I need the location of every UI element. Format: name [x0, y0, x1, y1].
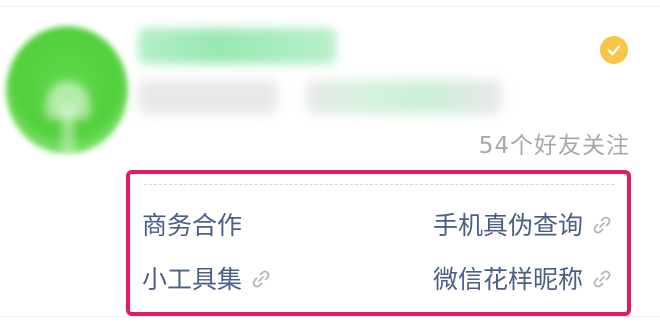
menu-item-label: 小工具集	[142, 265, 243, 294]
account-profile-card: 54个好友关注 商务合作 手机真伪查询 小工具集 微信花样昵称	[0, 0, 660, 329]
verified-check-icon	[600, 36, 628, 64]
menu-item-phone-authenticity-check[interactable]: 手机真伪查询	[433, 206, 613, 242]
account-description-blurred-left	[138, 80, 278, 114]
link-icon	[591, 267, 613, 289]
menu-item-label: 微信花样昵称	[432, 265, 583, 294]
link-icon	[250, 267, 272, 289]
account-description-blurred-right	[306, 80, 502, 114]
menu-item-tool-collection[interactable]: 小工具集	[142, 260, 272, 296]
top-divider	[0, 6, 660, 7]
bottom-divider	[0, 316, 660, 317]
avatar-logo-stem	[62, 106, 74, 156]
menu-item-business-cooperation[interactable]: 商务合作	[142, 206, 242, 242]
menu-item-label: 手机真伪查询	[432, 211, 583, 240]
account-menu-highlight: 商务合作 手机真伪查询 小工具集 微信花样昵称	[126, 170, 631, 316]
link-icon	[591, 213, 613, 235]
account-name-blurred	[138, 28, 336, 64]
menu-item-fancy-nickname[interactable]: 微信花样昵称	[433, 260, 613, 296]
menu-item-label: 商务合作	[142, 211, 243, 240]
menu-dashed-divider	[144, 184, 614, 185]
avatar[interactable]	[6, 26, 128, 156]
friend-count-text: 54个好友关注	[478, 133, 630, 159]
